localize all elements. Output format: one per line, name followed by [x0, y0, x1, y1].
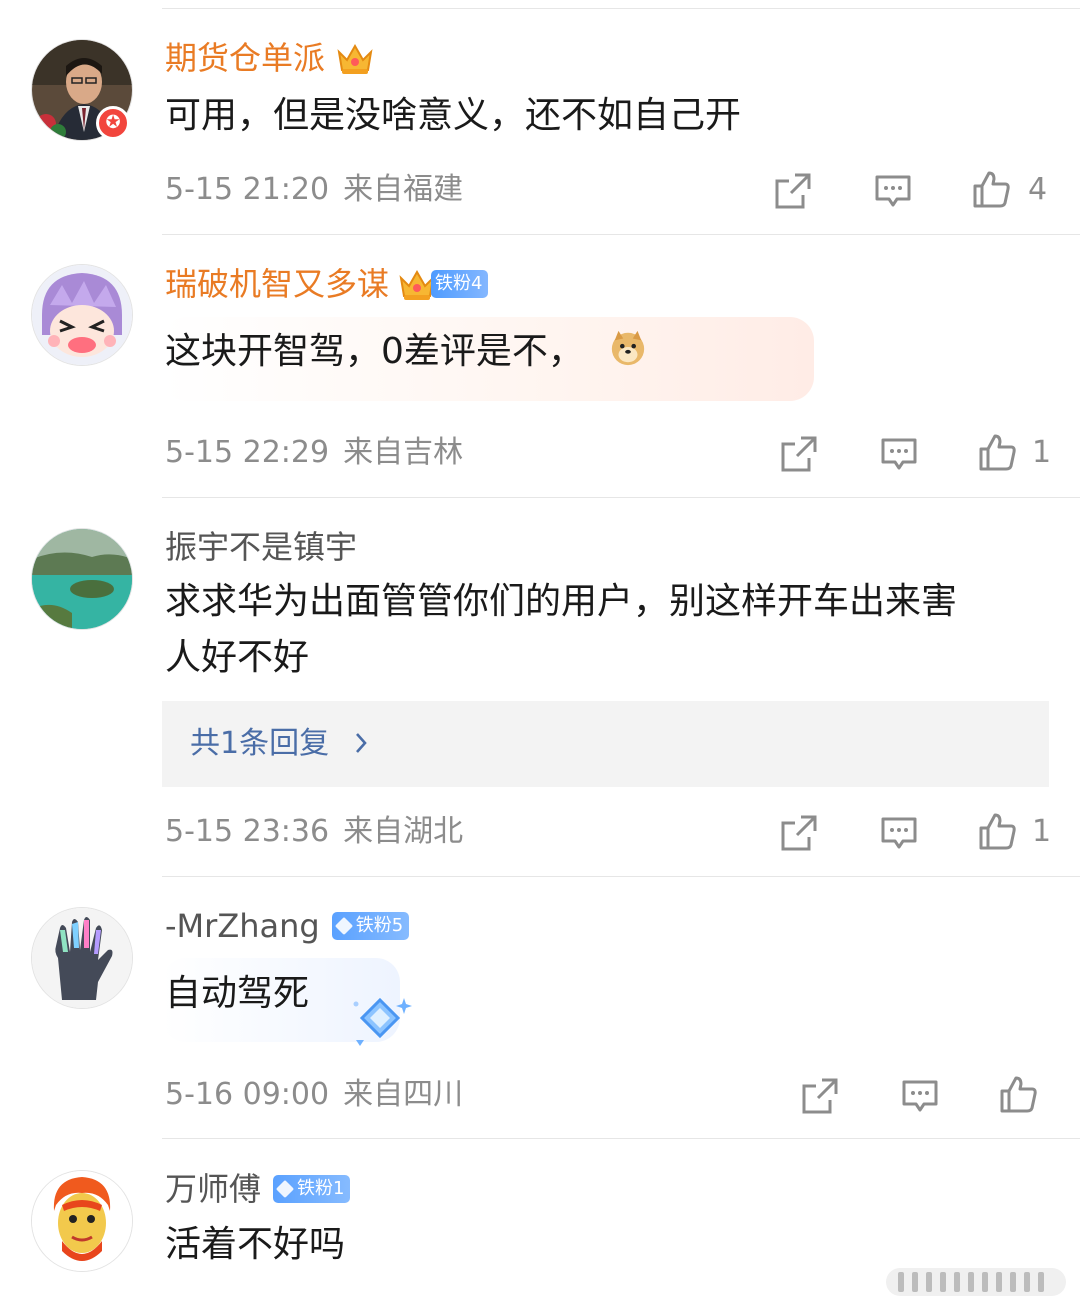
- share-icon[interactable]: [779, 813, 819, 853]
- thumbs-up-icon[interactable]: [977, 432, 1017, 472]
- like-count: 1: [1032, 435, 1052, 470]
- view-replies-link[interactable]: 共1条回复: [190, 723, 329, 765]
- divider: [162, 876, 1080, 877]
- like-count: 4: [1028, 172, 1048, 207]
- diamond-icon: [334, 916, 353, 936]
- timestamp: 5-15 22:29: [165, 435, 330, 470]
- timestamp: 5-15 23:36: [165, 814, 330, 849]
- location: 来自吉林: [343, 435, 464, 470]
- comment-icon[interactable]: [873, 171, 913, 211]
- reply-preview[interactable]: 共1条回复: [162, 701, 1049, 787]
- avatar[interactable]: [32, 1171, 132, 1271]
- thumbs-up-icon[interactable]: [971, 169, 1011, 209]
- username[interactable]: 振宇不是镇宇: [165, 527, 357, 567]
- timestamp: 5-16 09:00: [165, 1077, 330, 1112]
- comment-meta: 5-15 22:29 来自吉林: [165, 433, 477, 473]
- comment-icon[interactable]: [879, 434, 919, 474]
- fan-badge: 铁粉1: [273, 1175, 351, 1203]
- comment-icon[interactable]: [879, 813, 919, 853]
- like-count: 1: [1032, 814, 1052, 849]
- thumbs-up-icon[interactable]: [998, 1074, 1038, 1114]
- username[interactable]: 期货仓单派: [165, 38, 375, 78]
- username[interactable]: 万师傅 铁粉1: [165, 1169, 351, 1209]
- share-icon[interactable]: [779, 434, 819, 474]
- doge-emoji: [612, 330, 645, 366]
- avatar[interactable]: [32, 908, 132, 1008]
- crown-icon: [337, 43, 373, 74]
- share-icon[interactable]: [773, 171, 813, 211]
- divider: [162, 8, 1080, 9]
- divider: [162, 497, 1080, 498]
- diamond-icon: [275, 1179, 295, 1199]
- avatar[interactable]: [32, 529, 132, 629]
- avatar[interactable]: [32, 265, 132, 365]
- comment-text: 可用，但是没啥意义，还不如自己开: [165, 95, 742, 136]
- comment-meta: 5-15 23:36 来自湖北: [165, 812, 477, 852]
- thumbs-up-icon[interactable]: [977, 811, 1017, 851]
- comment-text: 自动驾死: [165, 973, 310, 1014]
- fan-badge: 铁粉4: [431, 270, 489, 298]
- comment-text-line: 人好不好: [165, 637, 310, 678]
- location: 来自四川: [343, 1077, 464, 1112]
- comment-text: 活着不好吗: [165, 1224, 346, 1265]
- username[interactable]: 瑞破机智又多谋 铁粉4: [165, 264, 489, 304]
- comment-text: 求求华为出面管管你们的用户，别这样开车出来害 人好不好: [165, 574, 1022, 686]
- location: 来自湖北: [343, 814, 464, 849]
- comment-meta: 5-16 09:00 来自四川: [165, 1075, 477, 1115]
- divider: [162, 1138, 1080, 1139]
- comment-text-line: 求求华为出面管管你们的用户，别这样开车出来害: [165, 581, 958, 622]
- location: 来自福建: [343, 172, 464, 207]
- comment-text: 这块开智驾，0差评是不，: [165, 324, 1022, 380]
- fan-badge: 铁粉5: [331, 912, 410, 940]
- comment-icon[interactable]: [900, 1076, 940, 1116]
- verified-badge-icon: ✪: [96, 106, 130, 140]
- share-icon[interactable]: [800, 1076, 840, 1116]
- username[interactable]: -MrZhang 铁粉5: [165, 906, 410, 946]
- chevron-right-icon: [356, 733, 367, 753]
- timestamp: 5-15 21:20: [165, 172, 330, 207]
- comment-meta: 5-15 21:20 来自福建: [165, 170, 477, 210]
- divider: [162, 234, 1080, 235]
- scroll-indicator: [886, 1268, 1066, 1296]
